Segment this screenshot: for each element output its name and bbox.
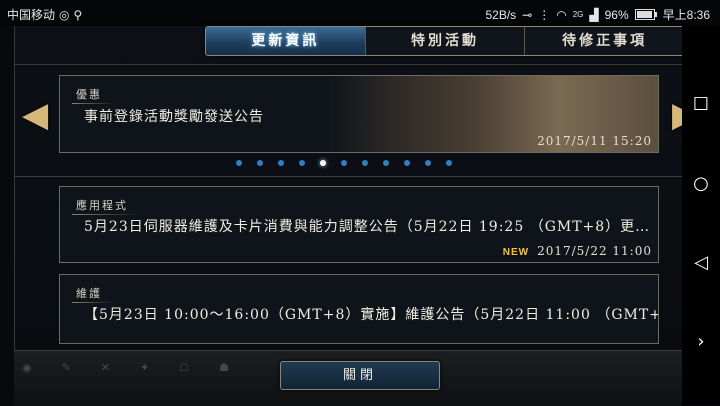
battery-icon: [634, 9, 657, 20]
signal-label: 2G: [572, 10, 584, 19]
back-triangle-icon[interactable]: ◁: [694, 253, 708, 272]
nfc-icon: ◎: [59, 7, 70, 22]
divider: [14, 176, 682, 177]
chevron-right-icon[interactable]: ›: [697, 332, 704, 351]
news-item[interactable]: 維護 【5月23日 10:00～16:00（GMT+8）實施】維護公告（5月22…: [59, 274, 659, 344]
tab-known-issues[interactable]: 待修正事項: [525, 27, 684, 55]
tab-bar: 更新資訊 特別活動 待修正事項: [205, 26, 685, 56]
tab-special-events[interactable]: 特別活動: [366, 27, 526, 55]
home-circle-icon[interactable]: ○: [693, 175, 709, 193]
carousel-dot[interactable]: [425, 160, 431, 166]
news-date: 2017/5/22 11:00: [537, 244, 652, 258]
battery-percent: 96%: [604, 7, 629, 22]
vpn-key-icon: ⊸: [522, 7, 533, 22]
carousel-dot[interactable]: [299, 160, 305, 166]
news-item[interactable]: 應用程式 5月23日伺服器維護及卡片消費與能力調整公告（5月22日 19:25 …: [59, 186, 659, 263]
news-title: 【5月23日 10:00～16:00（GMT+8）實施】維護公告（5月22日 1…: [84, 307, 659, 323]
android-nav-bar: ☐ ○ ◁ ›: [682, 26, 720, 405]
recents-square-icon[interactable]: ☐: [693, 96, 709, 114]
news-meta: NEW 2017/5/22 11:00: [503, 244, 652, 258]
carousel-dot[interactable]: [404, 160, 410, 166]
carousel-dot[interactable]: [362, 160, 368, 166]
carousel-dot[interactable]: [278, 160, 284, 166]
news-title: 5月23日伺服器維護及卡片消費與能力調整公告（5月22日 19:25 （GMT+…: [84, 219, 651, 235]
carousel-dot[interactable]: [446, 160, 452, 166]
ghost-icon: ☗: [219, 361, 230, 374]
ghost-icon: ◉: [22, 361, 32, 374]
tab-updates[interactable]: 更新資訊: [206, 27, 366, 55]
ghost-icon: ☖: [179, 361, 190, 374]
ghost-icon: ✕: [100, 361, 111, 374]
status-bar: 中国移动 ◎ ⚲ 52B/s ⊸ ⋮ ◠ 2G ▟ 96% 早上8:36: [0, 0, 720, 26]
carousel-banner[interactable]: 優惠 事前登錄活動獎勵發送公告 2017/5/11 15:20: [59, 75, 659, 153]
close-button[interactable]: 關閉: [280, 361, 440, 390]
ghost-icon: ✦: [140, 361, 150, 374]
wifi-icon: ◠: [556, 7, 567, 22]
background-menu: ◉ ✎ ✕ ✦ ☖ ☗: [22, 361, 229, 374]
news-category: 應用程式: [72, 199, 140, 215]
carousel-dot[interactable]: [257, 160, 263, 166]
carousel-prev-arrow-icon[interactable]: ◀: [22, 92, 48, 138]
net-speed: 52B/s: [485, 7, 517, 22]
carousel-dot[interactable]: [320, 160, 326, 166]
key-icon: ⚲: [73, 7, 83, 22]
vibrate-icon: ⋮: [538, 7, 551, 22]
new-badge: NEW: [502, 247, 530, 258]
news-category: 維護: [72, 287, 114, 303]
card-category: 優惠: [72, 88, 114, 104]
carrier-label: 中国移动: [7, 8, 56, 22]
carousel-dot[interactable]: [236, 160, 242, 166]
clock: 早上8:36: [662, 8, 710, 22]
ghost-icon: ✎: [61, 361, 71, 374]
carousel-pagination: [236, 160, 452, 166]
carousel-dot[interactable]: [383, 160, 389, 166]
card-title: 事前登錄活動獎勵發送公告: [84, 109, 264, 125]
card-date: 2017/5/11 15:20: [537, 134, 652, 148]
signal-icon: ▟: [589, 7, 599, 22]
carousel-dot[interactable]: [341, 160, 347, 166]
divider: [14, 64, 682, 65]
